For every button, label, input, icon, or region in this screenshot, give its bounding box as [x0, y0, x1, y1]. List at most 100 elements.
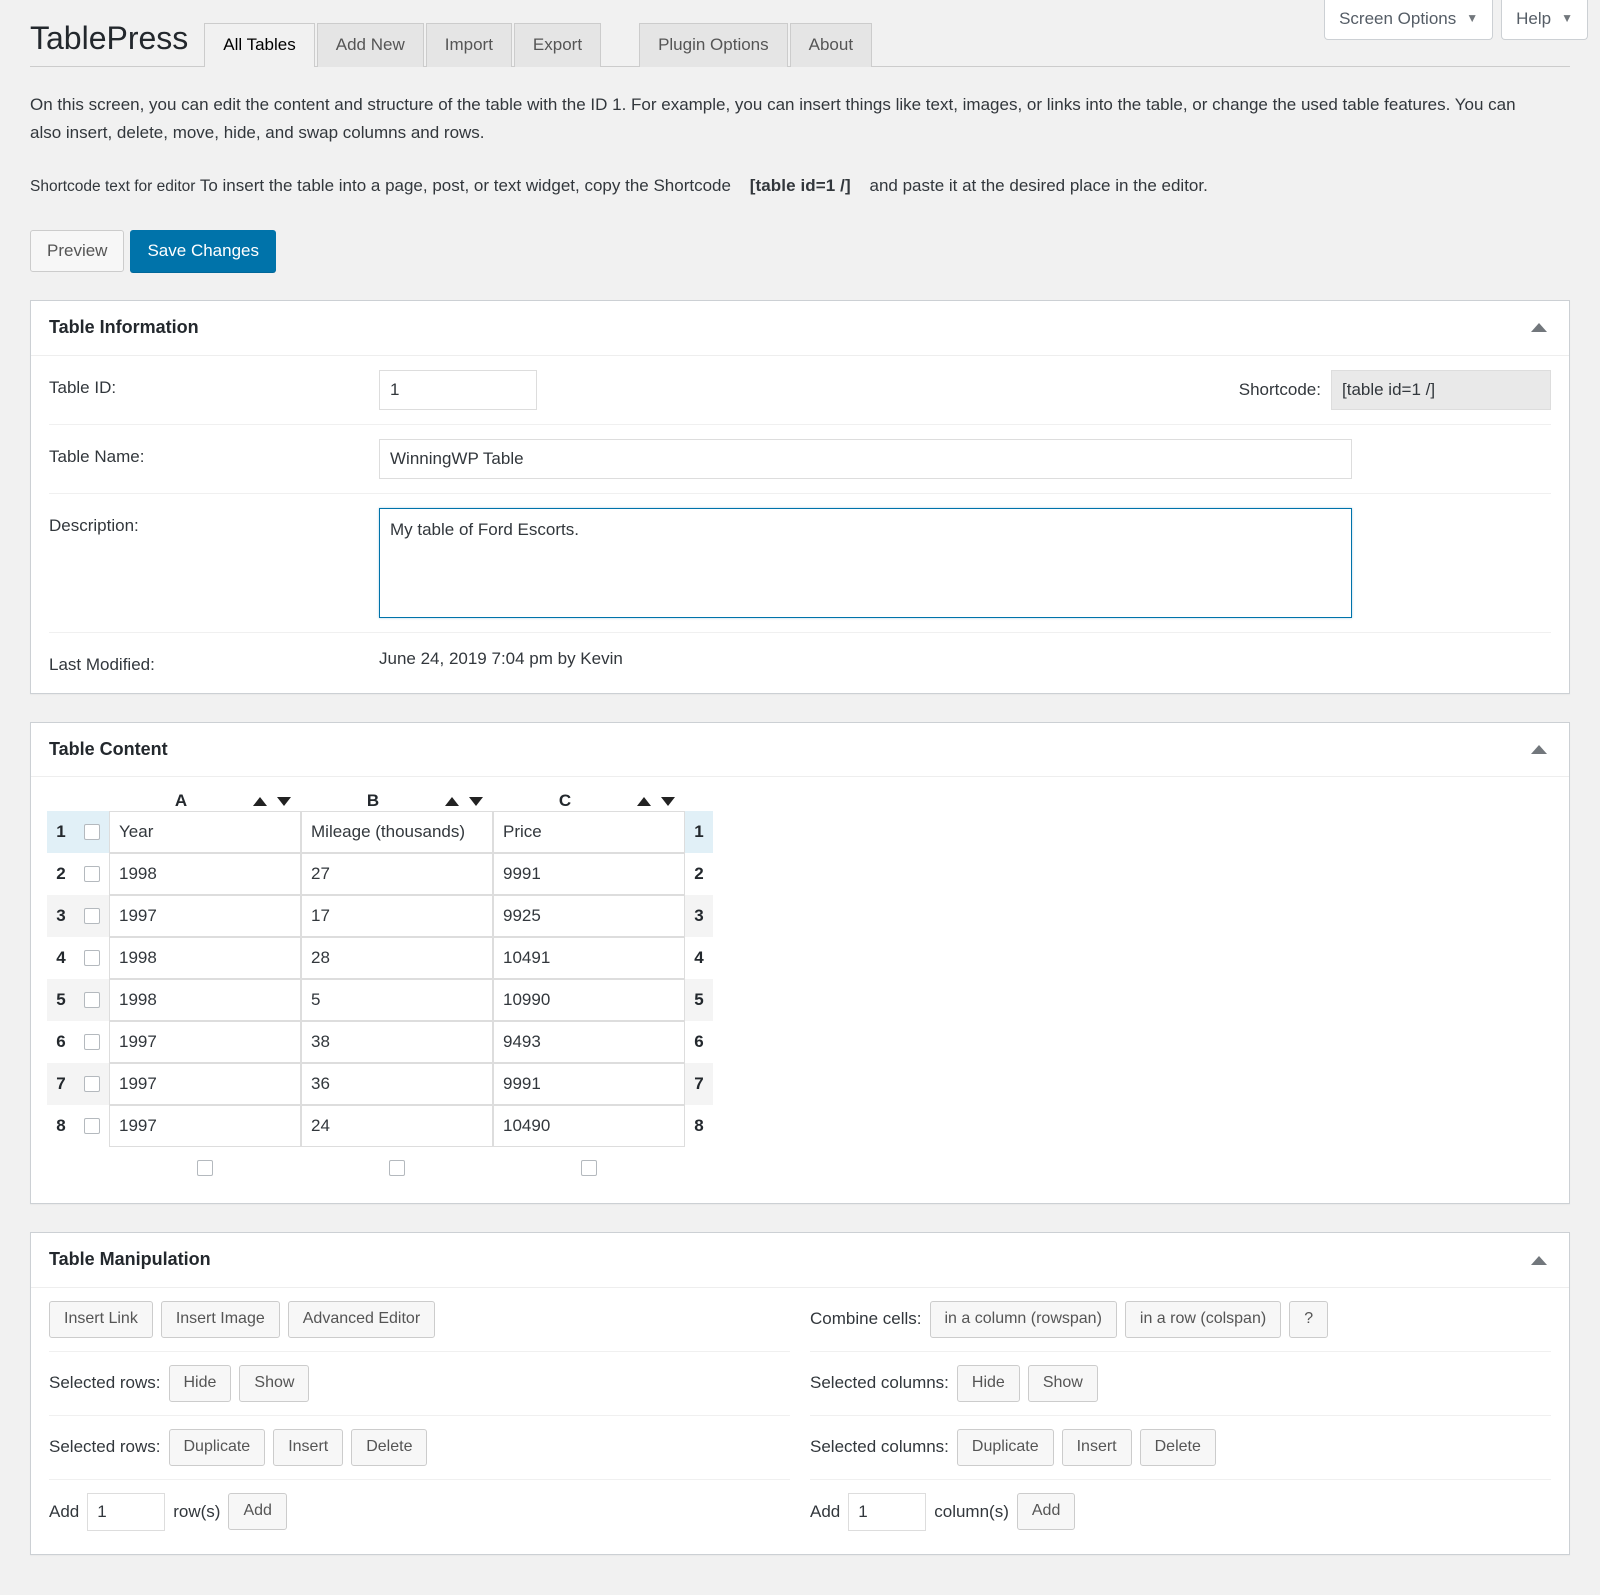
last-modified-value: June 24, 2019 7:04 pm by Kevin	[379, 648, 623, 668]
collapse-panel-icon[interactable]	[1531, 323, 1547, 333]
column-letter[interactable]: C	[493, 791, 637, 811]
table-row: 7 1997 36 9991 7	[47, 1063, 713, 1106]
cell-input[interactable]: 1997	[109, 895, 301, 938]
cell-input[interactable]: 9493	[493, 1021, 685, 1064]
add-columns-input[interactable]	[848, 1492, 927, 1531]
advanced-editor-button[interactable]: Advanced Editor	[287, 1300, 436, 1338]
column-header-c: C	[493, 791, 685, 811]
shortcode-field-group: Shortcode:	[1239, 369, 1551, 410]
cell-input[interactable]: 1998	[109, 853, 301, 896]
row-number-left: 7	[56, 1074, 66, 1094]
save-changes-button[interactable]: Save Changes	[130, 229, 276, 272]
table-row: 5 1998 5 10990 5	[47, 979, 713, 1022]
row-select-checkbox[interactable]	[84, 1118, 100, 1135]
cell-input[interactable]: Price	[493, 811, 685, 854]
cell-input[interactable]: 9991	[493, 853, 685, 896]
shortcode-snippet[interactable]: [table id=1 /]	[750, 176, 851, 195]
collapse-panel-icon[interactable]	[1531, 745, 1547, 755]
hide-columns-button[interactable]: Hide	[956, 1364, 1020, 1402]
table-name-label: Table Name:	[49, 446, 145, 466]
cell-input[interactable]: 1998	[109, 979, 301, 1022]
show-columns-button[interactable]: Show	[1027, 1364, 1098, 1402]
insert-columns-button[interactable]: Insert	[1061, 1428, 1132, 1466]
row-select-checkbox[interactable]	[84, 992, 100, 1009]
cell-input[interactable]: 36	[301, 1063, 493, 1106]
row-select-checkbox[interactable]	[84, 824, 100, 841]
table-id-input[interactable]	[379, 369, 537, 410]
row-select-checkbox[interactable]	[84, 950, 100, 967]
sort-descending-icon[interactable]	[277, 796, 291, 806]
add-columns-row: Add column(s) Add	[810, 1480, 1551, 1544]
sort-ascending-icon[interactable]	[445, 796, 459, 806]
cell-input[interactable]: 27	[301, 853, 493, 896]
table-information-header: Table Information	[31, 301, 1569, 356]
hide-rows-button[interactable]: Hide	[168, 1364, 232, 1402]
insert-image-button[interactable]: Insert Image	[160, 1300, 280, 1338]
cell-input[interactable]: 24	[301, 1105, 493, 1148]
column-select-checkbox-b[interactable]	[389, 1160, 405, 1177]
cell-input[interactable]: 5	[301, 979, 493, 1022]
table-content-header: Table Content	[31, 723, 1569, 778]
cell-input[interactable]: 9991	[493, 1063, 685, 1106]
sort-ascending-icon[interactable]	[253, 796, 267, 806]
sort-ascending-icon[interactable]	[637, 796, 651, 806]
cell-input[interactable]: 1997	[109, 1063, 301, 1106]
cell-input[interactable]: 28	[301, 937, 493, 980]
combine-colspan-button[interactable]: in a row (colspan)	[1124, 1300, 1282, 1338]
preview-button[interactable]: Preview	[30, 229, 125, 272]
cell-input[interactable]: 10990	[493, 979, 685, 1022]
tab-export[interactable]: Export	[513, 23, 602, 68]
column-letter[interactable]: B	[301, 791, 445, 811]
row-select-checkbox[interactable]	[84, 1034, 100, 1051]
add-columns-button[interactable]: Add	[1016, 1493, 1076, 1531]
page-title: TablePress	[30, 20, 189, 57]
row-select-checkbox[interactable]	[84, 908, 100, 925]
show-rows-button[interactable]: Show	[239, 1364, 310, 1402]
column-select-checkbox-a[interactable]	[197, 1160, 213, 1177]
add-rows-input[interactable]	[87, 1492, 166, 1531]
cell-input[interactable]: 1998	[109, 937, 301, 980]
add-rows-button[interactable]: Add	[228, 1493, 287, 1531]
column-letter[interactable]: A	[109, 791, 253, 811]
description-textarea[interactable]: My table of Ford Escorts.	[379, 507, 1352, 618]
delete-columns-button[interactable]: Delete	[1139, 1428, 1216, 1466]
last-modified-label: Last Modified:	[49, 654, 155, 674]
table-name-input[interactable]	[379, 438, 1352, 479]
row-select-checkbox[interactable]	[84, 1076, 100, 1093]
insert-rows-button[interactable]: Insert	[273, 1428, 344, 1466]
delete-rows-button[interactable]: Delete	[351, 1428, 428, 1466]
selected-columns-label: Selected columns:	[810, 1373, 949, 1393]
insert-link-button[interactable]: Insert Link	[49, 1300, 153, 1338]
combine-rowspan-button[interactable]: in a column (rowspan)	[929, 1300, 1117, 1338]
cell-input[interactable]: Mileage (thousands)	[301, 811, 493, 854]
row-select-checkbox[interactable]	[84, 866, 100, 883]
shortcode-instruction-after: and paste it at the desired place in the…	[869, 176, 1208, 196]
row-number-left: 4	[56, 948, 66, 968]
tab-plugin-options[interactable]: Plugin Options	[639, 23, 788, 68]
cell-input[interactable]: 38	[301, 1021, 493, 1064]
duplicate-columns-button[interactable]: Duplicate	[956, 1428, 1054, 1466]
combine-help-icon[interactable]: ?	[1289, 1300, 1329, 1338]
sort-descending-icon[interactable]	[661, 796, 675, 806]
sort-descending-icon[interactable]	[469, 796, 483, 806]
tab-about[interactable]: About	[789, 23, 873, 68]
cell-input[interactable]: 1997	[109, 1105, 301, 1148]
cell-input[interactable]: 1997	[109, 1021, 301, 1064]
table-row: 4 1998 28 10491 4	[47, 937, 713, 980]
cell-input[interactable]: 10490	[493, 1105, 685, 1148]
cell-input[interactable]: 17	[301, 895, 493, 938]
table-information-body: Table ID: Shortcode: Table Name: Descrip…	[31, 356, 1569, 693]
tab-import[interactable]: Import	[425, 23, 512, 68]
cell-input[interactable]: 10491	[493, 937, 685, 980]
duplicate-rows-button[interactable]: Duplicate	[168, 1428, 266, 1466]
tab-all-tables[interactable]: All Tables	[204, 23, 315, 68]
tab-add-new[interactable]: Add New	[316, 23, 424, 68]
cell-input[interactable]: Year	[109, 811, 301, 854]
add-rows-label: Add	[49, 1501, 80, 1521]
collapse-panel-icon[interactable]	[1531, 1255, 1547, 1265]
cell-input[interactable]: 9925	[493, 895, 685, 938]
column-select-checkbox-c[interactable]	[581, 1160, 597, 1177]
table-information-panel: Table Information Table ID: Shortcode: T…	[30, 299, 1570, 694]
intro-paragraph: On this screen, you can edit the content…	[30, 95, 1516, 142]
shortcode-input[interactable]	[1331, 369, 1551, 410]
